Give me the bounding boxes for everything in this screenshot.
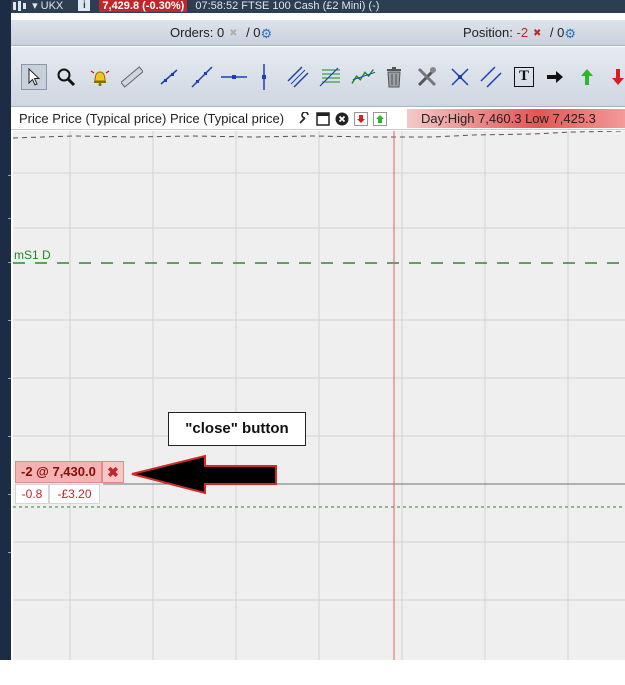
price-chart[interactable]	[13, 131, 625, 660]
vertical-line-icon[interactable]	[251, 64, 277, 90]
day-high-low-banner: Day:High 7,460.3 Low 7,425.3	[407, 109, 625, 128]
move-down-icon[interactable]	[353, 111, 369, 127]
parallel-channel-icon[interactable]	[285, 64, 311, 90]
fibonacci-icon[interactable]	[317, 64, 343, 90]
close-icon[interactable]	[334, 111, 350, 127]
time-market-label: 07:58:52 FTSE 100 Cash (£2 Mini) (-)	[195, 0, 380, 12]
close-button-callout: "close" button	[168, 412, 306, 446]
tools-icon[interactable]	[414, 64, 440, 90]
strip-tick	[8, 175, 11, 176]
wrench-icon[interactable]	[296, 111, 312, 127]
maximize-icon[interactable]	[315, 111, 331, 127]
ruler-icon[interactable]	[119, 64, 145, 90]
orders-close-icon[interactable]: ✖	[228, 28, 239, 39]
crosshair-icon[interactable]	[447, 64, 473, 90]
horizontal-line-icon[interactable]	[221, 64, 247, 90]
orders-bar: Orders: 0 ✖ / 0⚙ Position: -2 ✖ / 0⚙	[11, 20, 625, 46]
bottom-margin	[0, 660, 625, 685]
callout-arrow-icon	[131, 454, 277, 495]
alert-bell-icon[interactable]	[87, 64, 113, 90]
position-group: Position: -2 ✖ / 0⚙	[463, 25, 578, 40]
info-icon[interactable]: i	[78, 0, 91, 11]
trend-line-icon[interactable]	[189, 64, 215, 90]
position-close-icon[interactable]: ✖	[532, 28, 543, 39]
profit-loss-points: -0.8	[15, 484, 49, 504]
indicator-actions	[296, 111, 388, 127]
arrow-up-icon[interactable]	[574, 64, 600, 90]
price-change-badge: 7,429.8 (-0.30%)	[99, 0, 188, 12]
line-icon[interactable]	[156, 64, 182, 90]
symbol-dropdown[interactable]: ▾ UKX	[32, 0, 63, 12]
position-close-button[interactable]: ✖	[102, 461, 124, 483]
position-total: / 0	[549, 25, 565, 40]
orders-group: Orders: 0 ✖ / 0⚙	[170, 25, 275, 40]
orders-total: / 0	[246, 25, 261, 40]
ray-icon[interactable]	[478, 64, 504, 90]
pointer-icon[interactable]	[21, 64, 47, 90]
grid-lines	[13, 131, 625, 660]
window-icon[interactable]	[11, 0, 27, 12]
arrow-down-icon[interactable]	[605, 64, 625, 90]
profit-loss-money: -£3.20	[49, 484, 100, 504]
text-tool-glyph: T	[514, 67, 534, 87]
andrews-pitchfork-icon[interactable]	[351, 64, 377, 90]
drawing-toolbar: T	[11, 47, 625, 107]
position-settings-gear-icon[interactable]: ⚙	[564, 27, 578, 40]
move-up-icon[interactable]	[372, 111, 388, 127]
strip-tick	[8, 494, 11, 495]
strip-tick	[8, 262, 11, 263]
position-tag[interactable]: -2 @ 7,430.0	[15, 461, 102, 483]
zoom-icon[interactable]	[53, 64, 79, 90]
strip-tick	[8, 320, 11, 321]
chart-grid	[13, 131, 625, 660]
indicator-label: Price Price (Typical price) Price (Typic…	[19, 111, 285, 126]
title-bar: ▾ UKX i 7,429.8 (-0.30%) 07:58:52 FTSE 1…	[11, 0, 625, 13]
strip-tick	[8, 218, 11, 219]
orders-label: Orders:	[170, 25, 214, 40]
strip-tick	[8, 552, 11, 553]
strip-tick	[8, 378, 11, 379]
orders-count: 0	[216, 25, 225, 40]
text-icon[interactable]: T	[511, 64, 537, 90]
indicator-bar: Price Price (Typical price) Price (Typic…	[11, 108, 625, 130]
trash-icon[interactable]	[381, 64, 407, 90]
strip-tick	[8, 436, 11, 437]
arrow-right-icon[interactable]	[542, 64, 568, 90]
support-level-label: mS1 D	[14, 248, 51, 262]
position-label: Position:	[463, 25, 513, 40]
position-value: -2	[516, 25, 529, 40]
left-window-strip	[0, 0, 11, 660]
orders-settings-gear-icon[interactable]: ⚙	[261, 27, 275, 40]
